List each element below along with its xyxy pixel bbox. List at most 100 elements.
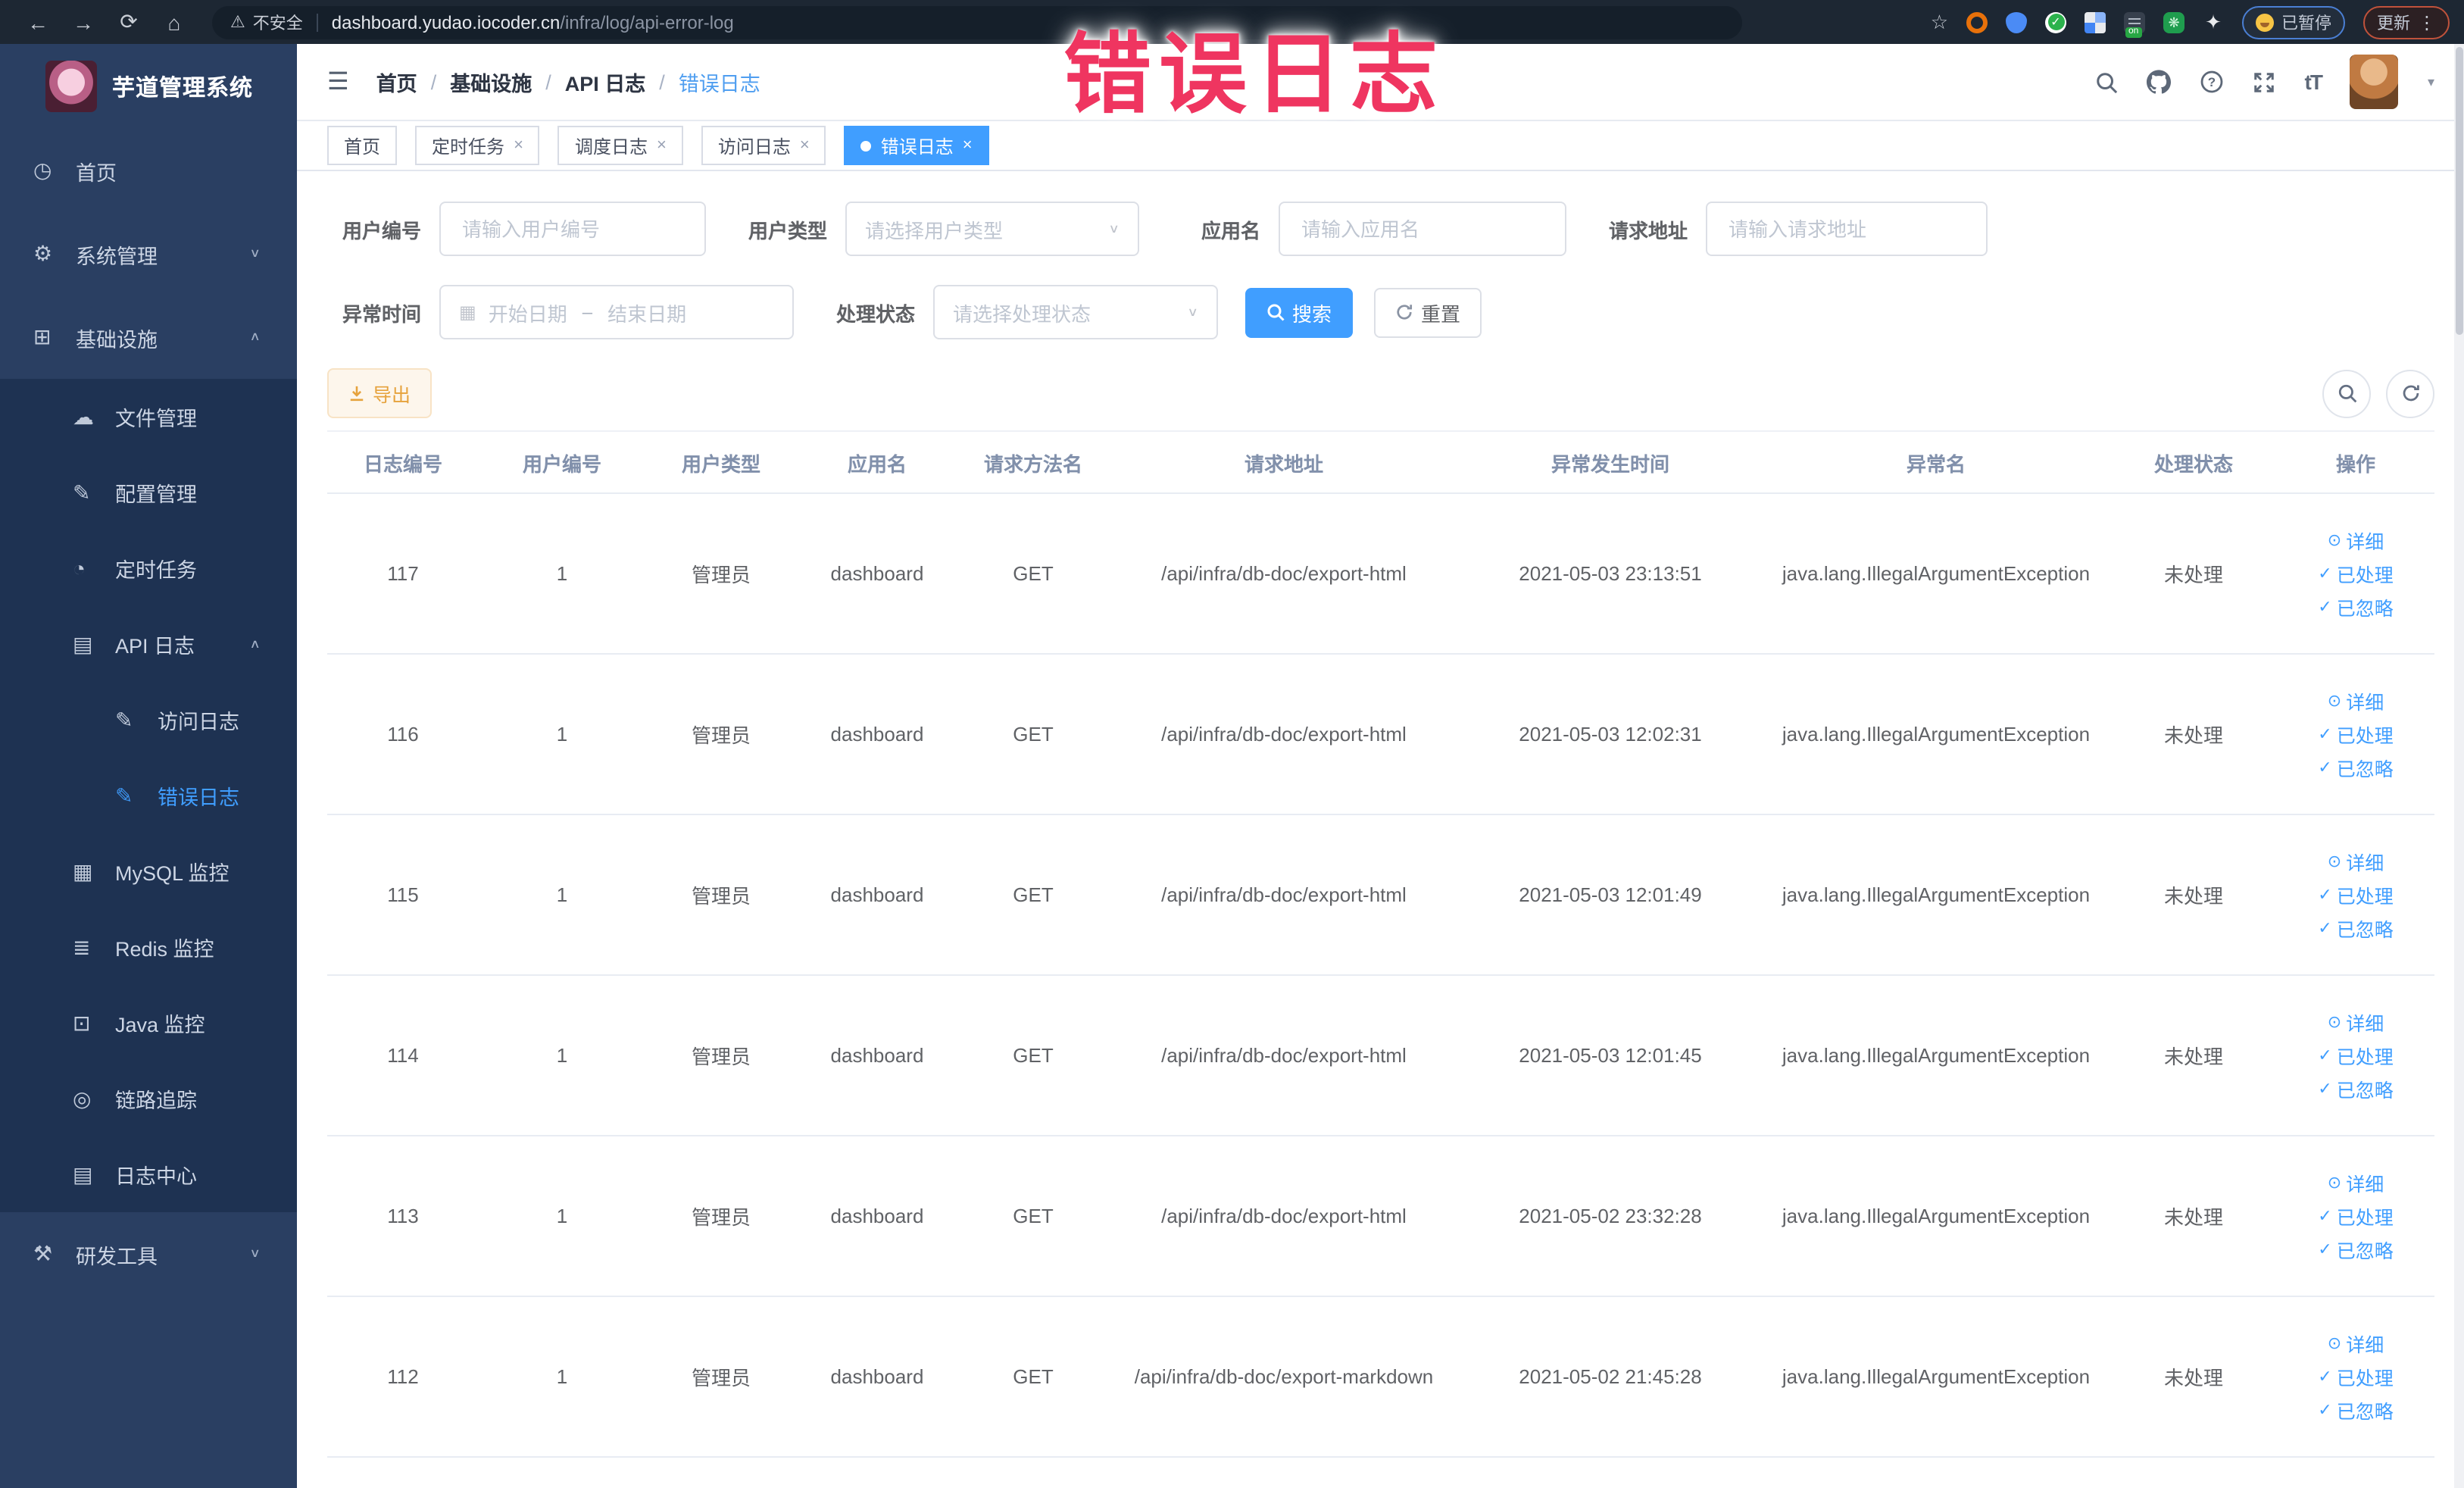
sidebar-item-java-monitor[interactable]: ⊡ Java 监控	[0, 985, 297, 1061]
extension-grid-icon[interactable]	[2085, 11, 2106, 33]
user-avatar[interactable]	[2350, 55, 2399, 109]
action-详细[interactable]: ⊙ 详细	[2328, 686, 2384, 715]
sidebar-item-file-manage[interactable]: ☁ 文件管理	[0, 379, 297, 455]
extension-blue-icon[interactable]	[2006, 11, 2027, 33]
action-已忽略[interactable]: ✓ 已忽略	[2318, 914, 2393, 943]
sidebar-item-mysql-monitor[interactable]: ▦ MySQL 监控	[0, 833, 297, 909]
app-name-input[interactable]	[1298, 216, 1547, 242]
logo-row[interactable]: 芋道管理系统	[0, 44, 297, 129]
table-row: 114 1 管理员 dashboard GET/api/infra/db-doc/exp…	[327, 976, 2434, 1136]
close-icon[interactable]: ×	[514, 136, 523, 155]
extension-leaf-icon[interactable]: ❋	[2163, 11, 2184, 33]
reset-button[interactable]: 重置	[1374, 287, 1482, 337]
sidebar-item-dev-tools[interactable]: ⚒ 研发工具 ∨	[0, 1212, 297, 1296]
action-已处理[interactable]: ✓ 已处理	[2318, 1362, 2393, 1391]
action-已处理[interactable]: ✓ 已处理	[2318, 1202, 2393, 1230]
search-button[interactable]: 搜索	[1245, 287, 1354, 337]
date-range-picker[interactable]: ▦ 开始日期 – 结束日期	[439, 285, 794, 339]
page-scrollbar[interactable]	[2454, 44, 2464, 1488]
address-bar[interactable]: ⚠ 不安全 dashboard.yudao.iocoder.cn/infra/l…	[212, 5, 1742, 39]
extension-orange-icon[interactable]	[1966, 11, 1988, 33]
action-已忽略[interactable]: ✓ 已忽略	[2318, 753, 2393, 782]
check-icon: ✓	[2318, 1402, 2332, 1420]
breadcrumb-item[interactable]: 基础设施	[450, 67, 532, 97]
sidebar-item-scheduled-job[interactable]: ◔ 定时任务	[0, 530, 297, 606]
tab-首页[interactable]: 首页	[327, 126, 398, 165]
github-icon[interactable]	[2147, 70, 2172, 94]
action-已忽略[interactable]: ✓ 已忽略	[2318, 1235, 2393, 1264]
action-详细[interactable]: ⊙ 详细	[2328, 1168, 2384, 1197]
sidebar-item-label: 链路追踪	[115, 1089, 197, 1112]
process-status-select[interactable]: 请选择处理状态 ∨	[933, 285, 1218, 339]
action-已忽略[interactable]: ✓ 已忽略	[2318, 1074, 2393, 1103]
user-id-input[interactable]	[459, 216, 686, 242]
view-icon: ⊙	[2327, 1335, 2342, 1353]
fullscreen-icon[interactable]	[2253, 70, 2276, 93]
action-已忽略[interactable]: ✓ 已忽略	[2318, 1396, 2393, 1424]
chevron-down-icon[interactable]: ▾	[2428, 73, 2434, 90]
tab-定时任务[interactable]: 定时任务 ×	[415, 126, 540, 165]
tab-访问日志[interactable]: 访问日志 ×	[701, 126, 826, 165]
action-已处理[interactable]: ✓ 已处理	[2318, 559, 2393, 588]
hamburger-icon[interactable]: ☰	[327, 67, 349, 97]
request-url-input[interactable]	[1725, 216, 1968, 242]
request-url-field[interactable]	[1706, 202, 1988, 256]
app-name-field[interactable]	[1279, 202, 1566, 256]
action-详细[interactable]: ⊙ 详细	[2328, 526, 2384, 555]
refresh-button[interactable]	[2386, 369, 2434, 417]
action-已处理[interactable]: ✓ 已处理	[2318, 1041, 2393, 1070]
menu-kebab-icon[interactable]: ⋮	[2418, 11, 2436, 33]
sidebar-item-system[interactable]: ⚙ 系统管理 ∨	[0, 212, 297, 295]
request-url-cell: /api/infra/db-doc/export-html	[1161, 883, 1407, 906]
sidebar-item-label: 配置管理	[115, 483, 197, 506]
bookmark-star-icon[interactable]: ☆	[1931, 10, 1948, 34]
sidebar-item-label: Redis 监控	[115, 938, 214, 961]
active-dot	[860, 140, 872, 151]
column-header: 请求地址	[1244, 452, 1323, 475]
search-icon[interactable]	[2096, 70, 2119, 93]
extension-switch-icon[interactable]: on	[2124, 11, 2145, 37]
forward-icon[interactable]: →	[61, 10, 106, 34]
breadcrumb-item[interactable]: API 日志	[565, 67, 646, 97]
action-已忽略[interactable]: ✓ 已忽略	[2318, 592, 2393, 621]
action-已处理[interactable]: ✓ 已处理	[2318, 720, 2393, 749]
update-button[interactable]: 更新 ⋮	[2363, 5, 2450, 39]
user-type-cell: 管理员	[691, 1046, 751, 1068]
sidebar-item-trace[interactable]: ◎ 链路追踪	[0, 1061, 297, 1136]
user-id-field[interactable]	[439, 202, 706, 256]
action-已处理[interactable]: ✓ 已处理	[2318, 880, 2393, 909]
extensions-puzzle-icon[interactable]: ✦	[2203, 10, 2224, 34]
breadcrumb-item[interactable]: 首页	[376, 67, 417, 97]
scrollbar-thumb[interactable]	[2456, 47, 2463, 335]
sidebar-item-api-log[interactable]: ▤ API 日志 ∧	[0, 606, 297, 682]
close-icon[interactable]: ×	[657, 136, 667, 155]
tab-错误日志[interactable]: 错误日志 ×	[844, 126, 989, 165]
close-icon[interactable]: ×	[800, 136, 810, 155]
request-method-cell: GET	[1013, 562, 1054, 585]
request-url-cell: /api/infra/db-doc/export-html	[1161, 723, 1407, 746]
process-status-cell: 未处理	[2163, 1206, 2223, 1229]
sidebar-item-access-log[interactable]: ✎ 访问日志	[0, 682, 297, 758]
user-type-select[interactable]: 请选择用户类型 ∨	[845, 202, 1139, 256]
font-size-icon[interactable]: tT	[2305, 70, 2323, 94]
sidebar-item-error-log[interactable]: ✎ 错误日志	[0, 758, 297, 833]
paused-badge[interactable]: 已暂停	[2242, 5, 2345, 39]
sidebar-item-config-manage[interactable]: ✎ 配置管理	[0, 455, 297, 530]
sidebar-item-log-center[interactable]: ▤ 日志中心	[0, 1136, 297, 1212]
help-icon[interactable]: ?	[2200, 70, 2225, 94]
tab-调度日志[interactable]: 调度日志 ×	[557, 126, 683, 165]
sidebar-item-redis-monitor[interactable]: ≣ Redis 监控	[0, 909, 297, 985]
home-icon[interactable]: ⌂	[151, 10, 197, 34]
export-button[interactable]: 导出	[327, 368, 433, 418]
sidebar-item-home[interactable]: ◷ 首页	[0, 129, 297, 212]
action-详细[interactable]: ⊙ 详细	[2328, 1008, 2384, 1036]
toggle-search-button[interactable]	[2322, 369, 2371, 417]
process-status-cell: 未处理	[2163, 1367, 2223, 1390]
close-icon[interactable]: ×	[963, 136, 973, 155]
sidebar-item-infra[interactable]: ⊞ 基础设施 ∧	[0, 295, 297, 379]
action-详细[interactable]: ⊙ 详细	[2328, 847, 2384, 876]
back-icon[interactable]: ←	[15, 10, 61, 34]
action-详细[interactable]: ⊙ 详细	[2328, 1329, 2384, 1358]
reload-icon[interactable]: ⟳	[106, 9, 151, 35]
extension-green-check-icon[interactable]: ✓	[2045, 11, 2066, 33]
